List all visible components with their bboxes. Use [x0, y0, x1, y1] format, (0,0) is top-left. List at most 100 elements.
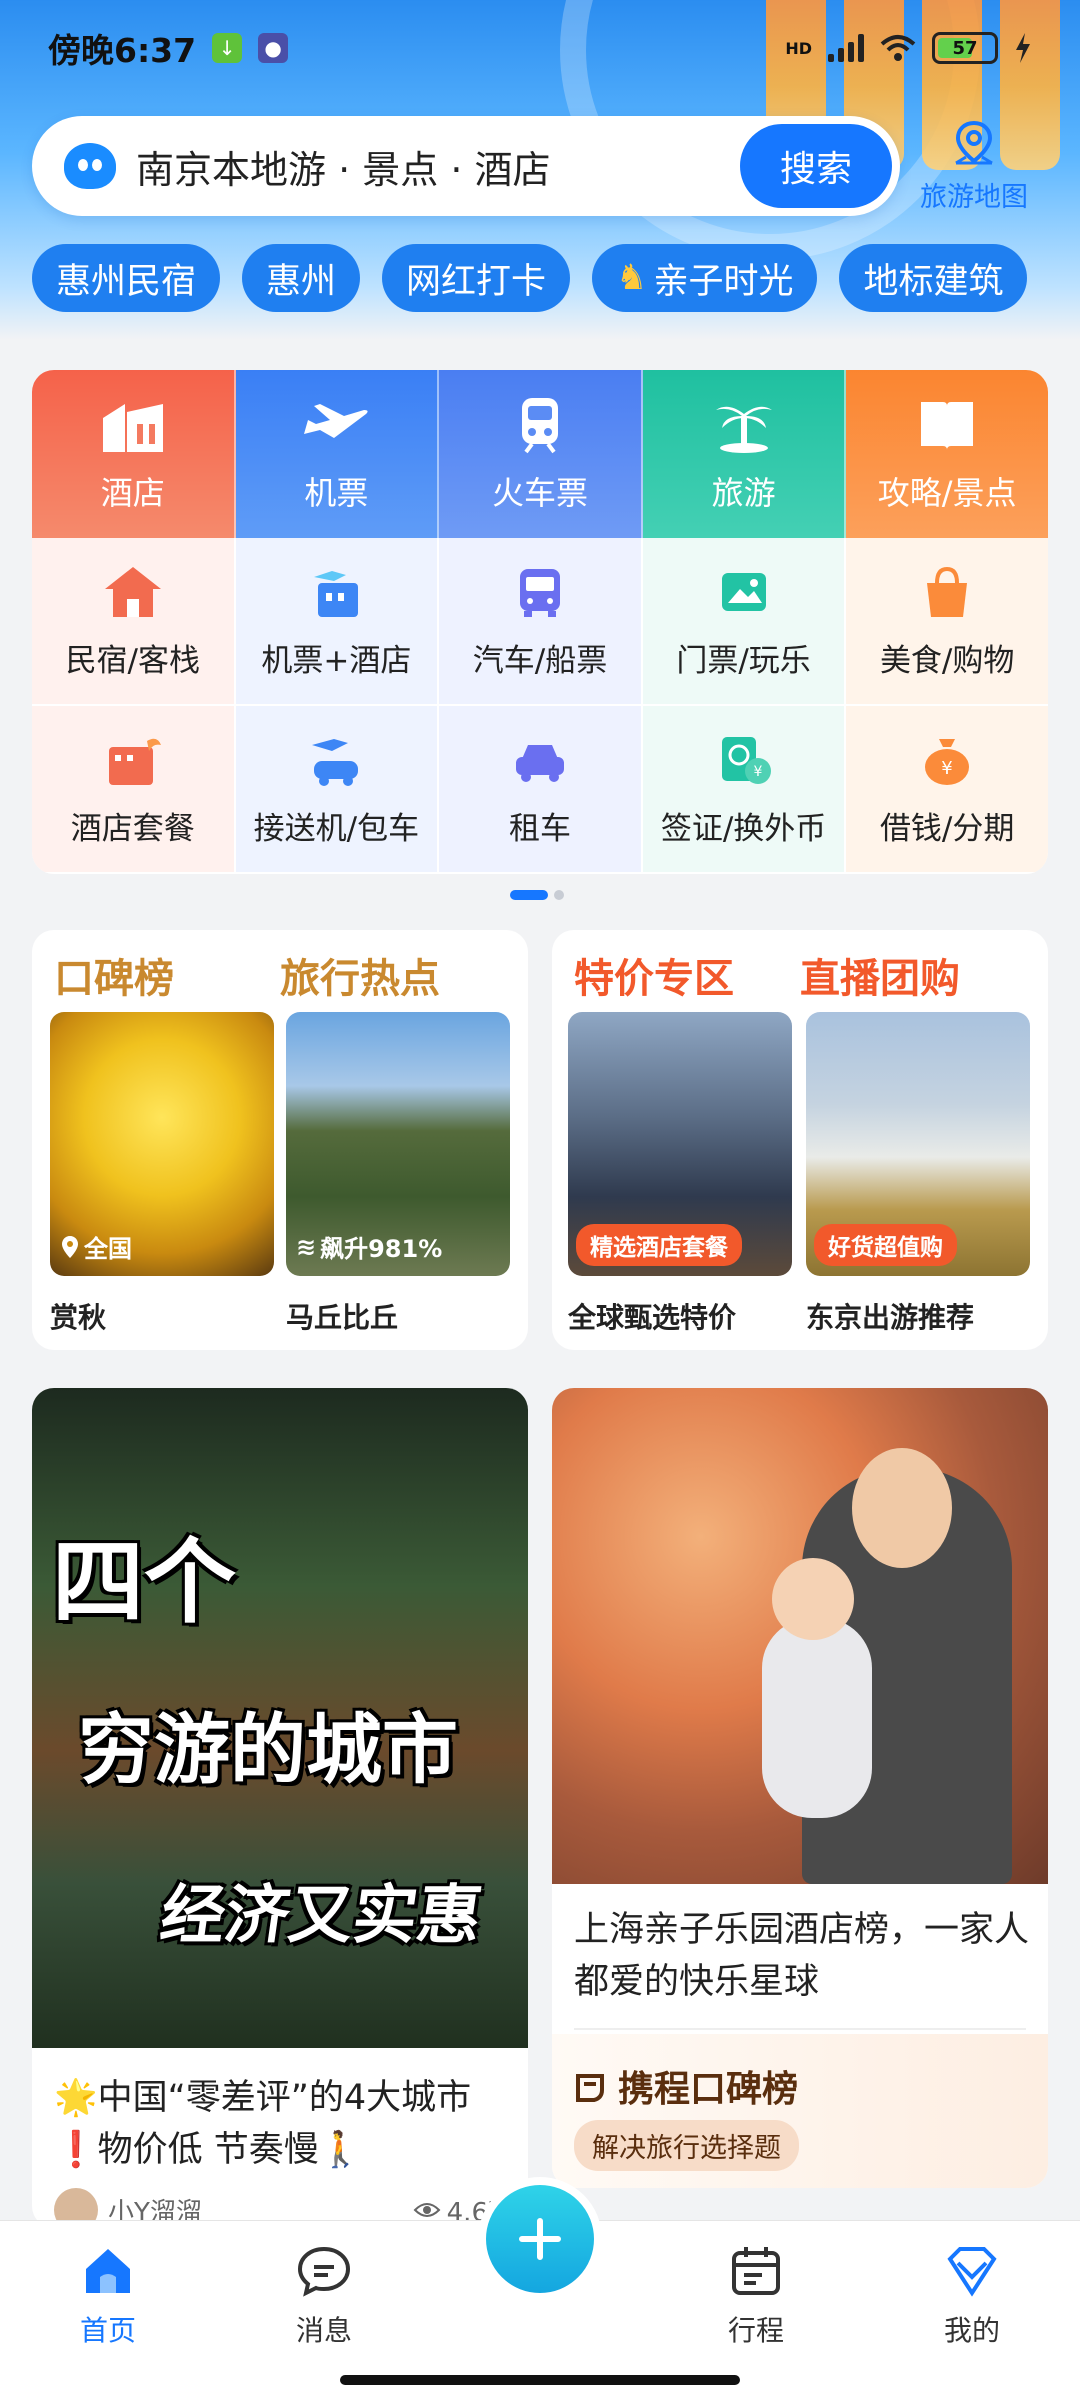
rank-tag: 全国: [60, 1229, 132, 1264]
ranking-card-left: 口碑榜 旅行热点 全国 ≋ 飙升981% 赏秋 马丘比丘: [32, 930, 528, 1350]
bottom-navigation: 首页 消息 行程 我的: [0, 2177, 1080, 2400]
service-hotel-package[interactable]: 酒店套餐: [32, 706, 236, 874]
service-tickets[interactable]: 门票/玩乐: [642, 538, 847, 706]
service-transfer[interactable]: 接送机/包车: [235, 706, 440, 874]
service-grid: 酒店 机票 火车票 旅游 攻略/景点 民宿/客栈 机票+酒店 汽车/船票 门票/…: [32, 370, 1048, 874]
hotel-icon: [102, 404, 163, 452]
app-notification-icon: ●: [258, 33, 289, 63]
mascot-icon: [64, 143, 116, 189]
nav-itinerary[interactable]: 行程: [686, 2241, 826, 2349]
service-visa-exchange[interactable]: ¥ 签证/换外币: [642, 706, 847, 874]
service-guide[interactable]: 攻略/景点: [846, 370, 1048, 538]
chip-tag[interactable]: 网红打卡: [382, 244, 571, 312]
rocking-horse-icon: ♞: [616, 258, 648, 298]
reputation-list-title[interactable]: 口碑榜: [54, 946, 280, 1004]
hotel-package-icon: [108, 738, 161, 785]
nav-profile[interactable]: 我的: [902, 2241, 1042, 2349]
train-icon: [521, 398, 558, 454]
search-button[interactable]: 搜索: [740, 124, 892, 208]
house-icon: [104, 566, 161, 617]
map-pin-icon: [955, 120, 993, 164]
rank-caption: 赏秋: [50, 1301, 107, 1334]
travel-map-label: 旅游地图: [920, 181, 1028, 213]
battery-icon: 57: [932, 32, 998, 64]
visa-exchange-icon: ¥: [721, 736, 771, 784]
poster-text: 经济又实惠: [155, 1879, 487, 1953]
rank-caption: 东京出游推荐: [806, 1301, 975, 1334]
service-bus-ferry[interactable]: 汽车/船票: [439, 538, 643, 706]
rank-tag: ≋ 飙升981%: [296, 1232, 443, 1264]
hot-tags: 惠州民宿 惠州 网红打卡 ♞ 亲子时光 地标建筑: [32, 244, 1028, 312]
rank-pill: 精选酒店套餐: [576, 1224, 742, 1266]
trend-up-icon: ≋: [296, 1232, 317, 1261]
service-food-shopping[interactable]: 美食/购物: [846, 538, 1048, 706]
calendar-icon: [732, 2247, 780, 2295]
signal-icon: [828, 34, 864, 62]
search-input[interactable]: 南京本地游 · 景点 · 酒店 搜索: [32, 116, 900, 216]
rank-pill: 好货超值购: [814, 1224, 957, 1266]
service-flight-hotel[interactable]: 机票+酒店: [235, 538, 440, 706]
service-travel[interactable]: 旅游: [642, 370, 847, 538]
rural-houses-image[interactable]: 好货超值购: [806, 1012, 1030, 1276]
service-hotel[interactable]: 酒店: [32, 370, 236, 538]
rank-caption: 全球甄选特价: [568, 1301, 737, 1334]
add-button[interactable]: [478, 2177, 602, 2301]
palm-tree-icon: [715, 406, 772, 453]
divider: [574, 2028, 1026, 2030]
service-homestay[interactable]: 民宿/客栈: [32, 538, 236, 706]
car-plane-icon: [312, 738, 359, 786]
network-type: HD: [785, 38, 812, 58]
feed-title: 上海亲子乐园酒店榜，一家人都爱的快乐星球: [574, 1910, 1030, 2002]
ranking-card-right: 特价专区 直播团购 精选酒店套餐 好货超值购 全球甄选特价 东京出游推荐: [552, 930, 1048, 1350]
travel-map-button[interactable]: 旅游地图: [900, 119, 1048, 214]
plus-icon: [519, 2218, 561, 2260]
autumn-leaves-image[interactable]: 全国: [50, 1012, 274, 1276]
ticket-icon: [721, 572, 766, 611]
service-flight[interactable]: 机票: [235, 370, 440, 538]
svg-text:¥: ¥: [941, 758, 952, 779]
special-offer-title[interactable]: 特价专区: [574, 946, 800, 1004]
bus-icon: [519, 568, 560, 617]
chip-tag[interactable]: 地标建筑: [839, 244, 1028, 312]
nav-messages[interactable]: 消息: [254, 2241, 394, 2349]
car-icon: [515, 744, 564, 782]
status-time: 傍晚6:37: [48, 31, 197, 70]
feed-card-family-hotels[interactable]: 上海亲子乐园酒店榜，一家人都爱的快乐星球 携程口碑榜 解决旅行选择题: [552, 1388, 1048, 2188]
feed-poster-image: 四个 穷游的城市 经济又实惠: [32, 1388, 528, 2048]
status-bar: 傍晚6:37 ↓ ● HD 57: [0, 0, 1080, 96]
rank-caption: 马丘比丘: [286, 1301, 399, 1334]
book-icon: [921, 402, 974, 450]
money-bag-icon: ¥: [925, 738, 970, 785]
family-photo: [552, 1388, 1048, 1884]
search-row: 南京本地游 · 景点 · 酒店 搜索 旅游地图: [32, 116, 1048, 216]
search-placeholder: 南京本地游 · 景点 · 酒店: [136, 147, 551, 192]
wifi-icon: [880, 35, 916, 61]
service-train[interactable]: 火车票: [439, 370, 643, 538]
city-skyline-image[interactable]: 精选酒店套餐: [568, 1012, 792, 1276]
brand-subtitle: 解决旅行选择题: [574, 2120, 799, 2171]
home-indicator: [340, 2375, 740, 2385]
service-car-rental[interactable]: 租车: [439, 706, 643, 874]
poster-text: 四个: [52, 1529, 237, 1636]
machu-picchu-image[interactable]: ≋ 飙升981%: [286, 1012, 510, 1276]
shopping-bag-icon: [927, 566, 968, 617]
chip-tag[interactable]: 惠州: [242, 244, 361, 312]
feed-title: 🌟中国“零差评”的4大城市❗物价低 节奏慢🚶: [54, 2078, 472, 2170]
flight-hotel-icon: [314, 570, 359, 617]
message-icon: [297, 2246, 351, 2297]
brand-banner[interactable]: 携程口碑榜 解决旅行选择题: [552, 2034, 1048, 2188]
chip-tag-family[interactable]: ♞ 亲子时光: [592, 244, 818, 312]
diamond-icon: [947, 2247, 997, 2297]
poster-text: 穷游的城市: [78, 1705, 458, 1794]
home-icon: [86, 2249, 130, 2293]
chip-tag[interactable]: 惠州民宿: [32, 244, 221, 312]
live-group-buy-title[interactable]: 直播团购: [800, 946, 1026, 1004]
brand-logo-icon: [576, 2074, 604, 2102]
airplane-icon: [304, 404, 368, 438]
service-loan[interactable]: ¥ 借钱/分期: [846, 706, 1048, 874]
location-pin-icon: [62, 1235, 78, 1258]
feed-card-cheap-cities[interactable]: 四个 穷游的城市 经济又实惠 🌟中国“零差评”的4大城市❗物价低 节奏慢🚶 小Y…: [32, 1388, 528, 2228]
brand-title: 携程口碑榜: [574, 2060, 798, 2112]
travel-hotspot-title[interactable]: 旅行热点: [280, 946, 506, 1004]
nav-home[interactable]: 首页: [38, 2241, 178, 2349]
